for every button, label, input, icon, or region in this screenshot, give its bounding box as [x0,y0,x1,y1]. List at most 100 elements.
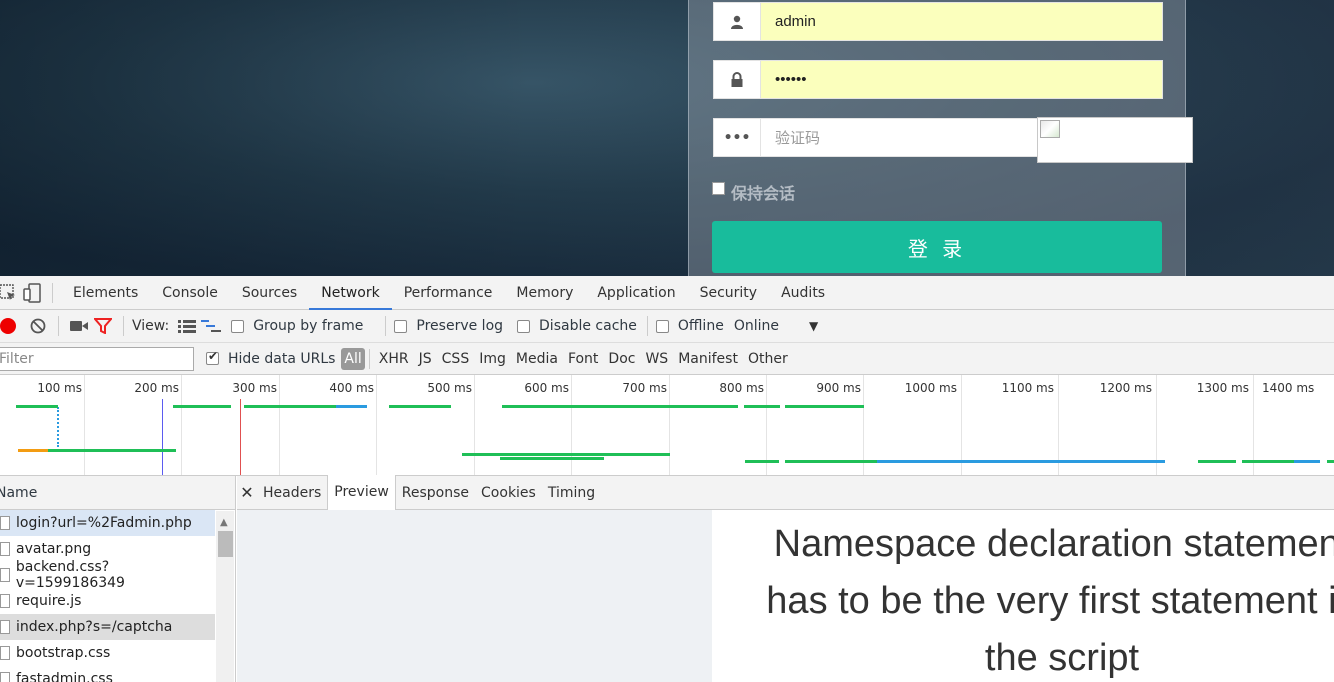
filter-input[interactable]: Filter [0,346,194,371]
username-input[interactable]: admin [761,2,1163,41]
tab-application[interactable]: Application [585,276,687,310]
filter-type-media[interactable]: Media [511,351,563,367]
network-overview-timeline[interactable]: 100 ms 200 ms 300 ms 400 ms 500 ms 600 m… [0,375,1334,476]
timeline-bar [745,460,779,463]
login-button[interactable]: 登 录 [712,221,1162,273]
filter-type-manifest[interactable]: Manifest [673,351,743,367]
hide-data-urls-label: Hide data URLs [228,350,336,367]
timeline-bar [389,405,451,408]
timeline-bar [18,449,48,452]
timeline-gridline [84,375,85,475]
tab-performance[interactable]: Performance [392,276,505,310]
tab-console[interactable]: Console [150,276,230,310]
request-row[interactable]: fastadmin.css [0,666,215,682]
request-name: fastadmin.css [16,671,113,682]
offline-option[interactable]: Offline [655,318,724,334]
hide-data-urls-option[interactable]: Hide data URLs [206,349,336,367]
filter-type-doc[interactable]: Doc [603,351,640,367]
tab-headers[interactable]: Headers [257,476,327,510]
image-file-icon [0,542,10,556]
keep-session-option[interactable]: 保持会话 [712,180,795,204]
timeline-tick-label: 200 ms [134,381,179,395]
timeline-gridline [474,375,475,475]
filter-type-xhr[interactable]: XHR [374,351,414,367]
filter-icon[interactable] [91,309,115,343]
timeline-bar [502,405,738,408]
device-toggle-icon[interactable] [20,276,44,310]
scroll-up-icon[interactable]: ▲ [220,517,228,528]
clear-icon[interactable] [26,309,50,343]
timeline-tick-label: 600 ms [524,381,569,395]
disable-cache-checkbox[interactable] [517,319,531,333]
password-input[interactable]: •••••• [761,60,1163,99]
request-row[interactable]: index.php?s=/captcha [0,614,215,640]
name-column-header[interactable]: Name [0,476,235,510]
timeline-tick-label: 1300 ms [1196,381,1249,395]
large-rows-icon[interactable] [175,309,199,343]
timeline-bar [877,460,1165,463]
preserve-log-checkbox[interactable] [394,319,408,333]
request-name: index.php?s=/captcha [16,619,173,635]
filter-type-font[interactable]: Font [563,351,603,367]
tab-cookies[interactable]: Cookies [475,476,542,510]
timeline-gridline [376,375,377,475]
offline-label: Offline [677,318,724,334]
filter-type-img[interactable]: Img [474,351,511,367]
offline-checkbox[interactable] [655,319,669,333]
tab-memory[interactable]: Memory [504,276,585,310]
throttling-select[interactable]: Online ▼ [734,318,818,334]
preview-pane: Namespace declaration statement has to b… [237,510,1334,682]
devtools-tab-bar: Elements Console Sources Network Perform… [0,276,1334,310]
timeline-tick-label: 100 ms [37,381,82,395]
request-row[interactable]: require.js [0,588,215,614]
hide-data-urls-checkbox[interactable] [206,349,219,365]
preserve-log-option[interactable]: Preserve log [394,318,503,334]
tab-network[interactable]: Network [309,276,392,310]
request-row[interactable]: login?url=%2Fadmin.php [0,510,215,536]
scrollbar-thumb[interactable] [218,531,233,557]
filter-type-js[interactable]: JS [414,351,437,367]
captcha-image[interactable] [1037,117,1193,163]
password-field: •••••• [713,60,1163,99]
timeline-tick-label: 1000 ms [904,381,957,395]
filter-type-css[interactable]: CSS [437,351,475,367]
filter-type-all[interactable]: All [341,347,365,370]
inspect-element-icon[interactable] [0,276,20,310]
waterfall-icon[interactable] [199,309,223,343]
timeline-tick-label: 900 ms [816,381,861,395]
lock-icon [713,60,761,99]
group-by-frame-option[interactable]: Group by frame [231,318,363,334]
screenshot-camera-icon[interactable] [67,309,91,343]
record-icon[interactable] [0,318,16,334]
tab-sources[interactable]: Sources [230,276,309,310]
timeline-tick-label: 1400 ms [1262,381,1315,395]
tab-security[interactable]: Security [688,276,770,310]
tab-timing[interactable]: Timing [542,476,601,510]
request-row[interactable]: backend.css?v=1599186349 [0,559,215,591]
document-icon [0,620,10,634]
tab-audits[interactable]: Audits [769,276,837,310]
preview-document: Namespace declaration statement has to b… [712,510,1334,682]
timeline-bar [336,405,367,408]
document-icon [0,568,10,582]
filter-type-other[interactable]: Other [743,351,793,367]
divider [368,348,370,369]
disable-cache-option[interactable]: Disable cache [517,318,637,334]
throttling-value: Online [733,318,779,334]
request-row[interactable]: bootstrap.css [0,640,215,666]
close-icon[interactable]: ✕ [237,483,257,502]
view-label: View: [132,318,170,334]
keep-session-checkbox[interactable] [712,181,725,195]
broken-image-icon [1040,120,1060,138]
timeline-bar [785,460,877,463]
tab-preview[interactable]: Preview [327,475,396,510]
group-by-frame-checkbox[interactable] [231,319,245,333]
request-list-scrollbar[interactable]: ▲ [216,511,234,682]
document-icon [0,594,10,608]
timeline-tick-label: 400 ms [329,381,374,395]
timeline-tick-label: 800 ms [719,381,764,395]
tab-response[interactable]: Response [396,476,475,510]
filter-type-ws[interactable]: WS [640,351,673,367]
tab-elements[interactable]: Elements [61,276,150,310]
group-by-frame-label: Group by frame [253,318,364,334]
